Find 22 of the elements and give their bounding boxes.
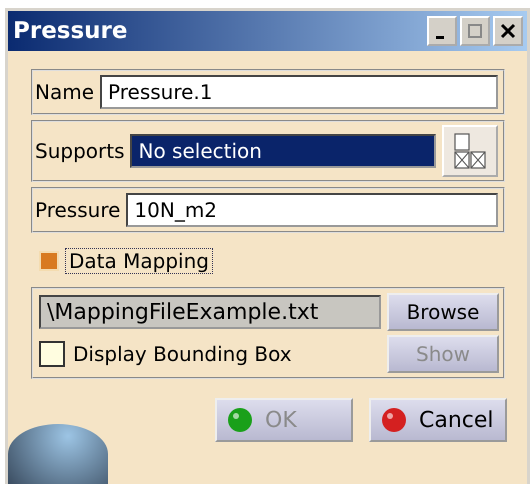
ball-icon [381,407,407,433]
data-mapping-checkbox[interactable] [39,251,59,271]
supports-label: Supports [35,139,124,163]
name-label: Name [35,80,94,104]
data-mapping-label[interactable]: Data Mapping [65,248,213,274]
selection-button[interactable] [442,125,498,177]
minimize-icon [436,36,444,38]
pressure-label: Pressure [35,198,120,222]
name-field[interactable]: Pressure.1 [100,75,498,109]
cancel-button[interactable]: Cancel [369,398,507,442]
supports-field[interactable]: No selection [130,134,436,168]
bounding-box-label: Display Bounding Box [73,342,292,366]
bounding-box-checkbox[interactable] [39,341,65,367]
ball-icon [227,407,253,433]
minimize-button[interactable] [427,16,457,46]
close-icon [499,22,517,40]
browse-button[interactable]: Browse [387,293,499,331]
pressure-field[interactable]: 10N_m2 [126,193,498,227]
maximize-icon [466,22,484,40]
window-title: Pressure [13,18,128,44]
close-button[interactable] [493,16,523,46]
grid-boxes-icon [453,132,487,170]
